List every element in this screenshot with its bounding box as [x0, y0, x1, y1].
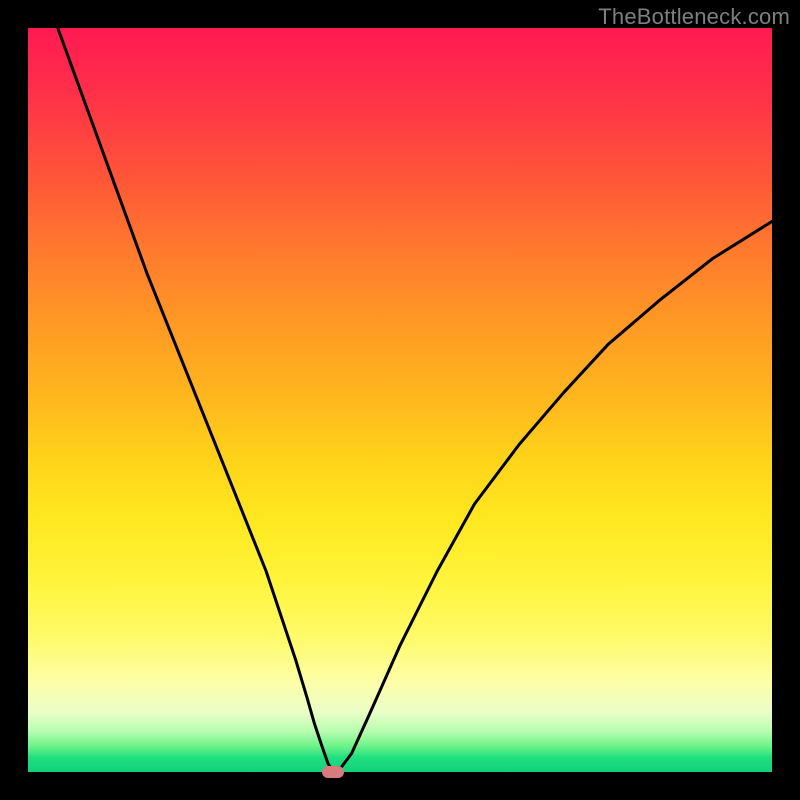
watermark-text: TheBottleneck.com	[598, 4, 790, 30]
chart-frame: TheBottleneck.com	[0, 0, 800, 800]
bottleneck-marker	[322, 766, 344, 778]
bottleneck-curve	[28, 28, 772, 772]
plot-area	[28, 28, 772, 772]
